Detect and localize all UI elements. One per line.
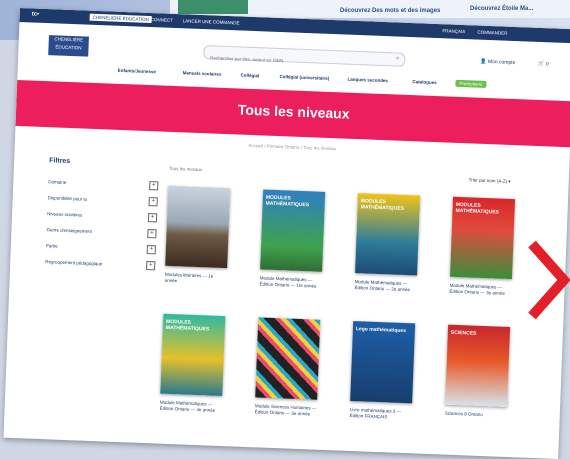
- order-link[interactable]: COMMANDER: [474, 28, 510, 36]
- cover-text: Lego mathématiques: [355, 326, 407, 335]
- book-cover[interactable]: MODULES MATHÉMATIQUES: [355, 193, 421, 276]
- cover-text: MODULES MATHÉMATIQUES: [455, 201, 500, 216]
- product-card[interactable]: MODULES MATHÉMATIQUES Module Mathématiqu…: [354, 193, 421, 293]
- nav-item-school[interactable]: Manuels scolaires: [183, 70, 222, 76]
- nav-item-catalogues[interactable]: Catalogues: [412, 79, 436, 85]
- cart-link[interactable]: 🛒 0: [538, 61, 549, 67]
- product-card[interactable]: MODULES MATHÉMATIQUES Module Mathématiqu…: [259, 189, 326, 289]
- book-cover[interactable]: MODULES MATHÉMATIQUES: [260, 189, 326, 272]
- user-icon: 👤: [480, 58, 487, 65]
- book-title[interactable]: Livre mathématiques 3 — Édition FRANÇAIS: [349, 407, 411, 421]
- cover-text: SCIENCES: [450, 329, 477, 337]
- book-title[interactable]: Module Mathématiques — Édition Ontario —…: [160, 400, 222, 414]
- filters-title: Filtres: [49, 157, 71, 166]
- plus-icon[interactable]: +: [148, 197, 158, 207]
- search-bar[interactable]: ⌕: [203, 45, 406, 70]
- filter-label: Regroupement pédagogique: [45, 259, 103, 267]
- tab-connect[interactable]: CONNECT: [148, 16, 176, 24]
- book-cover[interactable]: [165, 185, 231, 269]
- product-card[interactable]: Modules littéraires — 1e année: [165, 185, 231, 286]
- account-label: Mon compte: [487, 59, 516, 67]
- filter-label: Genre d'enseignement: [46, 227, 92, 234]
- sort-dropdown[interactable]: Trier par nom (A-Z) ▾: [469, 177, 511, 185]
- nav-item-university[interactable]: Collégial (universitaire): [279, 74, 329, 81]
- book-cover[interactable]: Lego mathématiques: [350, 321, 416, 404]
- search-icon[interactable]: ⌕: [396, 55, 400, 62]
- nav-item-children[interactable]: Enfants/Jeunesse: [118, 68, 156, 74]
- book-title[interactable]: Module Mathématiques — Édition Ontario —…: [259, 275, 321, 289]
- filter-label: Disponibilité pour la: [47, 195, 88, 202]
- book-cover[interactable]: SCIENCES: [445, 324, 511, 407]
- filter-domain[interactable]: Domaine +: [48, 177, 159, 191]
- nav-item-languages[interactable]: Langues secondes: [347, 77, 388, 84]
- product-card[interactable]: SCIENCES Sciences 8 Ontario: [445, 324, 511, 419]
- plus-icon[interactable]: +: [146, 261, 156, 271]
- filter-label: Niveaux scolaires: [47, 211, 83, 218]
- book-title[interactable]: Sciences 8 Ontario: [445, 411, 507, 419]
- next-arrow-icon[interactable]: [528, 240, 570, 320]
- webpage-printout: tc• CHENELIERE ÉDUCATION CONNECT LANCER …: [3, 8, 570, 459]
- book-cover[interactable]: [255, 317, 321, 400]
- results-count: Tous les niveaux: [168, 165, 203, 173]
- plus-icon[interactable]: +: [146, 245, 156, 255]
- background-banner-text: Découvrez Étoile Ma...: [470, 6, 534, 12]
- cover-text: MODULES MATHÉMATIQUES: [165, 318, 210, 333]
- book-cover[interactable]: MODULES MATHÉMATIQUES: [450, 196, 516, 280]
- account-link[interactable]: 👤 Mon compte: [480, 59, 515, 66]
- book-title[interactable]: Module Mathématiques — Édition Ontario —…: [449, 283, 511, 297]
- filter-levels[interactable]: Niveaux scolaires +: [47, 209, 158, 223]
- product-card[interactable]: MODULES MATHÉMATIQUES Module Mathématiqu…: [449, 196, 516, 297]
- page-title: Tous les niveaux: [237, 101, 350, 122]
- filter-teaching[interactable]: Genre d'enseignement +: [46, 225, 157, 239]
- book-title[interactable]: Module Mathématiques — Édition Ontario —…: [354, 279, 416, 293]
- site-logo[interactable]: CHENELIÈRE ÉDUCATION: [48, 35, 89, 57]
- filter-grouping[interactable]: Regroupement pédagogique +: [45, 257, 156, 271]
- filter-label: Domaine: [48, 179, 67, 185]
- book-title[interactable]: Module Sciences Humaines — Édition Ontar…: [255, 403, 317, 417]
- plus-icon[interactable]: +: [147, 229, 157, 239]
- tab-order[interactable]: LANCER UNE COMMANDE: [179, 17, 242, 26]
- plus-icon[interactable]: +: [149, 181, 159, 191]
- nav-item-college[interactable]: Collégial: [240, 73, 259, 79]
- book-cover[interactable]: MODULES MATHÉMATIQUES: [160, 313, 226, 397]
- language-link[interactable]: FRANÇAIS: [439, 27, 468, 35]
- filter-label: Partie: [45, 243, 58, 249]
- cover-text: MODULES MATHÉMATIQUES: [265, 194, 310, 209]
- cover-text: MODULES MATHÉMATIQUES: [360, 198, 405, 212]
- cart-icon: 🛒: [538, 60, 545, 68]
- search-input[interactable]: [204, 52, 387, 70]
- product-card[interactable]: Module Sciences Humaines — Édition Ontar…: [255, 317, 321, 417]
- product-card[interactable]: Lego mathématiques Livre mathématiques 3…: [349, 321, 416, 421]
- tab-cheneliere[interactable]: CHENELIERE ÉDUCATION: [89, 13, 152, 24]
- background-banner-image: [178, 0, 248, 14]
- tc-logo[interactable]: tc•: [32, 11, 40, 17]
- book-title[interactable]: Modules littéraires — 1e année: [165, 272, 227, 286]
- cart-count: 0: [545, 61, 549, 68]
- filter-availability[interactable]: Disponibilité pour la +: [48, 193, 158, 207]
- background-banner-text: Découvrez Des mots et des images: [340, 8, 441, 14]
- product-card[interactable]: MODULES MATHÉMATIQUES Module Mathématiqu…: [160, 313, 226, 414]
- filter-part[interactable]: Partie +: [46, 241, 156, 255]
- promo-button[interactable]: Promotions: [455, 79, 487, 88]
- plus-icon[interactable]: +: [147, 213, 158, 223]
